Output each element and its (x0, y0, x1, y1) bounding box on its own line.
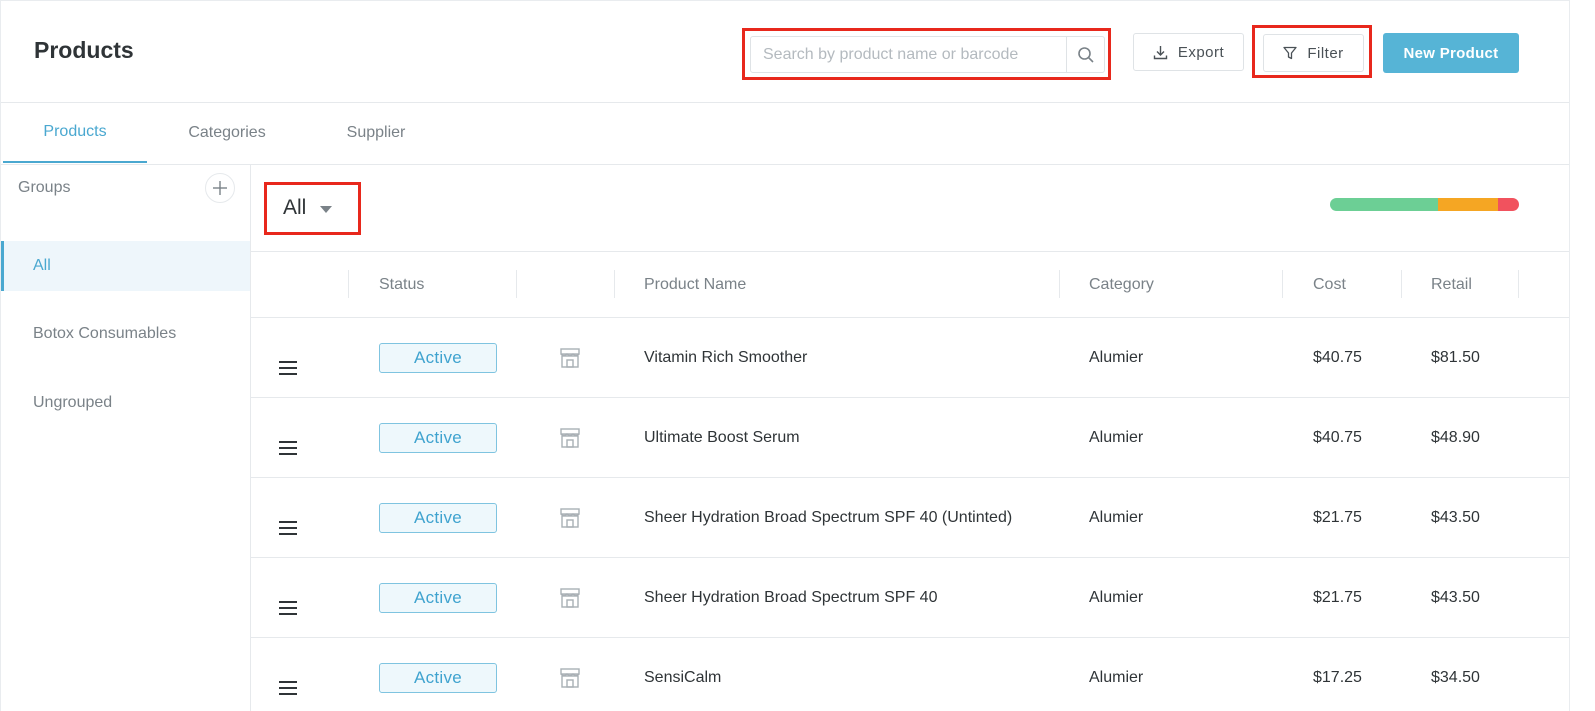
product-list-panel: All Status Product Name Category Cost Re (251, 165, 1569, 711)
drag-handle-icon[interactable] (279, 521, 297, 535)
store-icon (559, 667, 581, 694)
group-select-highlight: All (264, 182, 361, 235)
store-icon (559, 347, 581, 374)
column-separator (1059, 270, 1060, 298)
store-icon (559, 507, 581, 534)
caret-down-icon (320, 206, 333, 213)
search-box (750, 36, 1105, 73)
product-cost: $21.75 (1313, 508, 1362, 526)
table-header: Status Product Name Category Cost Retail (251, 251, 1569, 318)
plus-icon (213, 181, 227, 195)
product-name[interactable]: SensiCalm (644, 638, 721, 711)
page-header: Products Export Filter New Pro (1, 1, 1569, 103)
tab-products[interactable]: Products (3, 103, 147, 163)
product-name[interactable]: Sheer Hydration Broad Spectrum SPF 40 (U… (644, 478, 1012, 557)
product-category: Alumier (1089, 348, 1144, 366)
product-category: Alumier (1089, 428, 1144, 446)
sidebar-item-all[interactable]: All (1, 241, 250, 291)
product-cost: $17.25 (1313, 668, 1362, 686)
product-cost: $40.75 (1313, 348, 1362, 366)
drag-handle-icon[interactable] (279, 681, 297, 695)
stock-status-bar (1330, 198, 1519, 211)
page-title: Products (34, 37, 134, 63)
status-badge: Active (379, 663, 497, 693)
column-cost[interactable]: Cost (1313, 252, 1346, 318)
status-bar-orange (1437, 198, 1499, 211)
product-retail: $43.50 (1431, 588, 1480, 606)
drag-handle-icon[interactable] (279, 601, 297, 615)
search-input[interactable] (751, 37, 1066, 72)
status-badge: Active (379, 423, 497, 453)
filter-highlight: Filter (1252, 25, 1372, 78)
export-label: Export (1177, 43, 1225, 61)
table-row[interactable]: Active Vitamin Rich Smoother Alumier $40… (251, 318, 1569, 398)
search-button[interactable] (1066, 37, 1104, 72)
column-product-name[interactable]: Product Name (644, 252, 746, 318)
drag-handle-icon[interactable] (279, 361, 297, 375)
product-name[interactable]: Sheer Hydration Broad Spectrum SPF 40 (644, 558, 937, 637)
filter-button[interactable]: Filter (1263, 34, 1364, 72)
group-select-value: All (283, 196, 307, 219)
groups-label: Groups (18, 179, 71, 196)
download-icon (1153, 45, 1168, 60)
column-separator (614, 270, 615, 298)
sidebar-item-ungrouped[interactable]: Ungrouped (1, 378, 250, 428)
sidebar-item-botox-consumables[interactable]: Botox Consumables (1, 309, 250, 359)
tab-bar: Products Categories Supplier (1, 103, 1569, 165)
column-category[interactable]: Category (1089, 252, 1154, 318)
store-icon (559, 427, 581, 454)
product-retail: $34.50 (1431, 668, 1480, 686)
product-name[interactable]: Vitamin Rich Smoother (644, 318, 807, 397)
status-bar-green (1330, 198, 1438, 211)
tab-categories[interactable]: Categories (151, 103, 303, 163)
status-bar-red (1498, 198, 1519, 211)
groups-sidebar: Groups All Botox Consumables Ungrouped (1, 165, 251, 711)
new-product-button[interactable]: New Product (1383, 33, 1519, 73)
column-separator (1282, 270, 1283, 298)
filter-label: Filter (1307, 44, 1344, 62)
funnel-icon (1283, 46, 1297, 60)
product-category: Alumier (1089, 508, 1144, 526)
table-row[interactable]: Active Sheer Hydration Broad Spectrum SP… (251, 558, 1569, 638)
product-retail: $48.90 (1431, 428, 1480, 446)
table-row[interactable]: Active Ultimate Boost Serum Alumier $40.… (251, 398, 1569, 478)
search-highlight (742, 28, 1111, 80)
column-separator (1518, 270, 1519, 298)
store-icon (559, 587, 581, 614)
product-cost: $40.75 (1313, 428, 1362, 446)
drag-handle-icon[interactable] (279, 441, 297, 455)
table-row[interactable]: Active SensiCalm Alumier $17.25 $34.50 (251, 638, 1569, 711)
product-retail: $81.50 (1431, 348, 1480, 366)
product-name[interactable]: Ultimate Boost Serum (644, 398, 800, 477)
products-app: Products Export Filter New Pro (0, 0, 1570, 711)
product-retail: $43.50 (1431, 508, 1480, 526)
table-row[interactable]: Active Sheer Hydration Broad Spectrum SP… (251, 478, 1569, 558)
column-retail[interactable]: Retail (1431, 252, 1472, 318)
status-badge: Active (379, 583, 497, 613)
column-separator (348, 270, 349, 298)
column-status[interactable]: Status (379, 252, 424, 318)
status-badge: Active (379, 343, 497, 373)
product-cost: $21.75 (1313, 588, 1362, 606)
add-group-button[interactable] (205, 173, 235, 203)
tab-supplier[interactable]: Supplier (306, 103, 446, 163)
group-select[interactable]: All (271, 189, 351, 227)
status-badge: Active (379, 503, 497, 533)
search-icon (1077, 46, 1094, 63)
product-category: Alumier (1089, 668, 1144, 686)
column-separator (1401, 270, 1402, 298)
column-separator (516, 270, 517, 298)
export-button[interactable]: Export (1133, 33, 1244, 71)
product-category: Alumier (1089, 588, 1144, 606)
